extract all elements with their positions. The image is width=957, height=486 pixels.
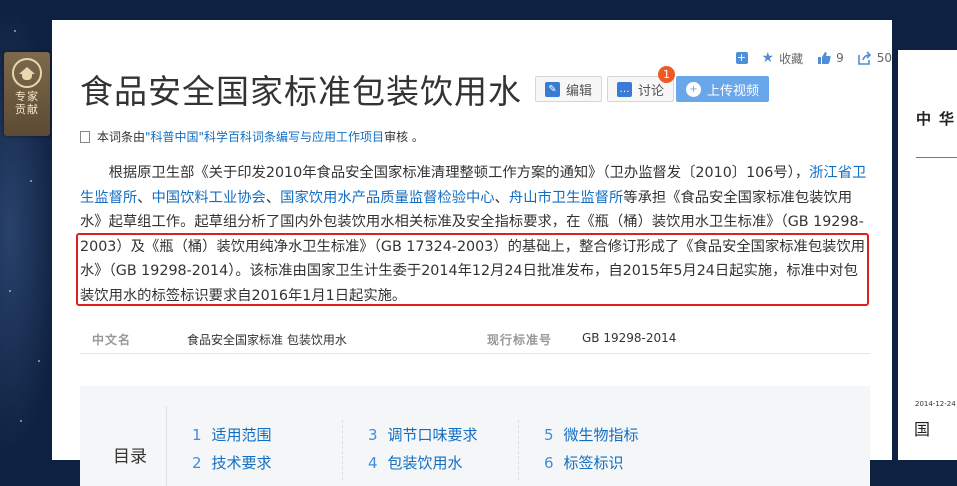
cover-line xyxy=(916,157,957,158)
plus-icon: + xyxy=(735,51,748,64)
toc-num: 1 xyxy=(192,426,202,444)
review-notice: 本词条由 "科普中国"科学百科词条编写与应用工作项目 审核 。 xyxy=(80,128,424,145)
toc-item[interactable]: 5 微生物指标 xyxy=(544,424,639,445)
main-content: + ★ 收藏 9 50 食品安全国家标准包装饮用水 ✎ 编辑 … 讨论 1 + … xyxy=(52,20,892,486)
review-suffix: 审核 。 xyxy=(384,130,424,144)
toc-column-divider xyxy=(518,420,520,480)
edit-label: 编辑 xyxy=(566,83,593,99)
link-china-beverage-association[interactable]: 中国饮料工业协会 xyxy=(151,190,265,206)
toc-label: 技术要求 xyxy=(211,454,272,472)
cover-character: 国 xyxy=(914,420,931,439)
toc-num: 3 xyxy=(368,426,378,444)
chat-icon: … xyxy=(617,81,632,97)
thumbs-up-icon xyxy=(818,52,831,64)
toc-item[interactable]: 2 技术要求 xyxy=(192,452,272,473)
code-label: 现行标准号 xyxy=(487,333,553,347)
badge-label-line1: 专家 xyxy=(15,90,39,103)
share-count: 50 xyxy=(876,51,892,65)
discuss-notification-badge: 1 xyxy=(658,66,675,83)
intro-text: 、 xyxy=(265,189,281,206)
like-count: 9 xyxy=(836,51,844,65)
toc-title: 目录 xyxy=(113,447,147,467)
graduation-cap-icon xyxy=(12,58,42,88)
favorite-button[interactable]: ★ 收藏 xyxy=(762,50,804,67)
favorite-label: 收藏 xyxy=(779,51,804,66)
toc-item[interactable]: 6 标签标识 xyxy=(544,452,624,473)
highlight-box xyxy=(76,233,869,306)
toc-label: 适用范围 xyxy=(211,426,272,444)
badge-label-line2: 贡献 xyxy=(15,103,39,116)
table-of-contents: 目录 1 适用范围 2 技术要求 3 调节口味要求 4 包装饮用水 5 微生物指标 6 标签… xyxy=(80,386,870,486)
background-star xyxy=(38,360,40,362)
star-icon: ★ xyxy=(761,50,775,66)
name-label: 中文名 xyxy=(92,333,132,347)
expert-contribution-badge[interactable]: 专家 贡献 xyxy=(4,52,50,136)
like-button[interactable]: 9 xyxy=(817,51,844,65)
toc-divider xyxy=(166,406,167,486)
cover-date: 2014-12-24 发 xyxy=(915,400,957,408)
toc-num: 2 xyxy=(192,454,202,472)
share-icon xyxy=(857,51,871,65)
toc-item[interactable]: 4 包装饮用水 xyxy=(368,452,463,473)
add-button[interactable]: + xyxy=(735,51,748,64)
toc-item[interactable]: 1 适用范围 xyxy=(192,424,272,445)
background-star xyxy=(20,420,22,422)
background-star xyxy=(9,290,11,292)
action-toolbar: + ★ 收藏 9 50 xyxy=(722,48,892,68)
intro-text: 、 xyxy=(137,189,152,206)
toc-num: 5 xyxy=(544,426,554,444)
toc-item[interactable]: 3 调节口味要求 xyxy=(368,424,478,445)
toc-column-divider xyxy=(342,420,344,480)
name-value: 食品安全国家标准 包装饮用水 xyxy=(187,333,347,347)
upload-label: 上传视频 xyxy=(707,83,760,99)
discuss-label: 讨论 xyxy=(638,83,665,99)
toc-num: 6 xyxy=(544,454,554,472)
share-button[interactable]: 50 xyxy=(857,51,892,65)
toc-num: 4 xyxy=(368,454,378,472)
toc-label: 微生物指标 xyxy=(563,426,639,444)
upload-video-button[interactable]: + 上传视频 xyxy=(676,76,770,102)
review-project-link[interactable]: "科普中国"科学百科词条编写与应用工作项目 xyxy=(145,128,384,145)
document-cover-title: 中华 xyxy=(916,110,957,128)
toc-label: 包装饮用水 xyxy=(387,454,463,472)
page-title: 食品安全国家标准包装饮用水 xyxy=(80,72,522,111)
right-image-panel[interactable]: 中华 2014-12-24 发 国 xyxy=(898,50,957,460)
document-icon xyxy=(80,130,90,143)
link-zhoushan-health[interactable]: 舟山市卫生监督所 xyxy=(509,190,623,206)
edit-button[interactable]: ✎ 编辑 xyxy=(535,76,603,102)
pencil-icon: ✎ xyxy=(545,81,560,97)
link-water-inspection-center[interactable]: 国家饮用水产品质量监督检验中心 xyxy=(280,190,494,206)
background-star xyxy=(14,30,16,32)
background-star xyxy=(30,180,32,182)
code-value: GB 19298-2014 xyxy=(582,331,677,345)
plus-circle-icon: + xyxy=(686,81,701,97)
toc-label: 标签标识 xyxy=(563,454,624,472)
review-prefix: 本词条由 xyxy=(97,130,146,144)
intro-text: 、 xyxy=(494,189,509,206)
toc-label: 调节口味要求 xyxy=(387,426,478,444)
intro-text: 根据原卫生部《关于印发2010年食品安全国家标准清理整顿工作方案的通知》（卫办监… xyxy=(108,165,810,181)
basic-info: 中文名 食品安全国家标准 包装饮用水 现行标准号 GB 19298-2014 xyxy=(80,323,870,354)
